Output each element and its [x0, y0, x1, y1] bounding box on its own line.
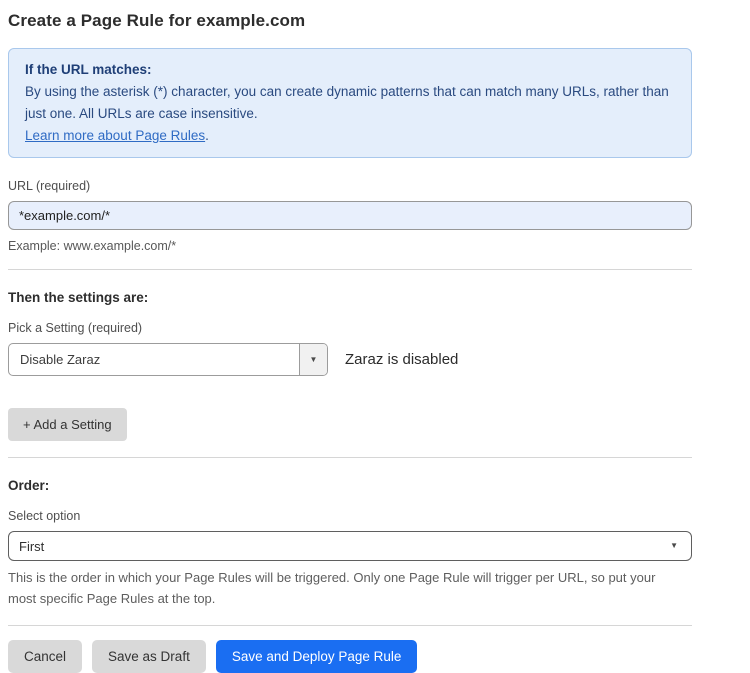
order-section-heading: Order:	[8, 478, 692, 493]
link-period: .	[205, 128, 209, 143]
url-match-info-box: If the URL matches: By using the asteris…	[8, 48, 692, 158]
chevron-down-icon: ▼	[670, 542, 678, 550]
setting-status-text: Zaraz is disabled	[345, 351, 458, 368]
learn-more-link[interactable]: Learn more about Page Rules	[25, 128, 205, 143]
order-select-label: Select option	[8, 509, 692, 523]
footer-actions: Cancel Save as Draft Save and Deploy Pag…	[8, 640, 692, 673]
save-and-deploy-button[interactable]: Save and Deploy Page Rule	[216, 640, 418, 673]
order-select[interactable]: First ▼	[8, 531, 692, 561]
url-input[interactable]	[8, 201, 692, 230]
setting-dropdown-caret-button[interactable]: ▼	[299, 344, 327, 375]
chevron-down-icon: ▼	[310, 356, 318, 364]
order-help-text: This is the order in which your Page Rul…	[8, 568, 676, 608]
divider	[8, 269, 692, 270]
setting-dropdown[interactable]: Disable Zaraz ▼	[8, 343, 328, 376]
order-select-value: First	[19, 539, 44, 554]
url-field-label: URL (required)	[8, 179, 692, 193]
divider	[8, 457, 692, 458]
setting-dropdown-value: Disable Zaraz	[9, 344, 299, 375]
url-example-text: Example: www.example.com/*	[8, 239, 692, 253]
save-as-draft-button[interactable]: Save as Draft	[92, 640, 206, 673]
info-box-body: By using the asterisk (*) character, you…	[25, 81, 675, 147]
info-box-heading: If the URL matches:	[25, 59, 675, 81]
info-box-body-text: By using the asterisk (*) character, you…	[25, 84, 669, 121]
settings-section-heading: Then the settings are:	[8, 290, 692, 305]
page-rule-form: Create a Page Rule for example.com If th…	[8, 0, 692, 673]
add-setting-button[interactable]: + Add a Setting	[8, 408, 127, 441]
pick-setting-label: Pick a Setting (required)	[8, 321, 692, 335]
cancel-button[interactable]: Cancel	[8, 640, 82, 673]
page-title: Create a Page Rule for example.com	[8, 11, 692, 31]
divider	[8, 625, 692, 626]
setting-row: Disable Zaraz ▼ Zaraz is disabled	[8, 343, 692, 376]
